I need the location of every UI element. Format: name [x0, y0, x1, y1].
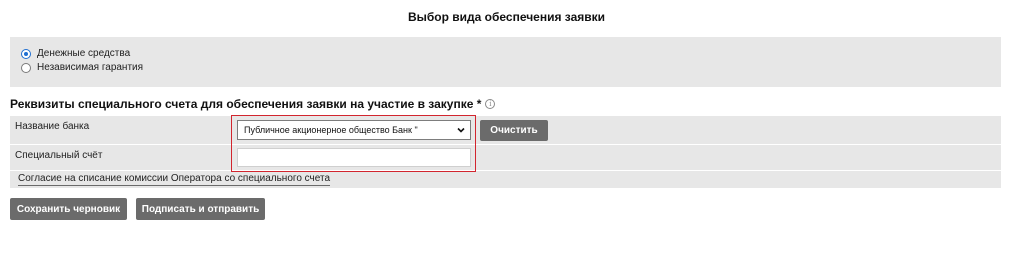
radio-option-guarantee[interactable]: Независимая гарантия — [21, 62, 143, 73]
radio-label: Независимая гарантия — [37, 62, 144, 73]
chevron-down-icon — [457, 127, 465, 133]
guarantee-type-panel: Денежные средства Независимая гарантия — [10, 37, 1001, 87]
info-icon[interactable]: i — [485, 99, 496, 109]
radio-option-money[interactable]: Денежные средства — [21, 48, 130, 59]
save-draft-button[interactable]: Сохранить черновик — [10, 198, 127, 220]
sign-and-send-button[interactable]: Подписать и отправить — [136, 198, 265, 220]
bank-name-select[interactable]: Публичное акционерное общество Банк " — [237, 120, 471, 140]
page: Выбор вида обеспечения заявки Денежные с… — [0, 0, 1013, 273]
radio-button[interactable] — [21, 62, 31, 73]
consent-link[interactable]: Согласие на списание комиссии Оператора … — [18, 173, 331, 186]
section-title: Реквизиты специального счета для обеспеч… — [10, 97, 496, 111]
radio-label: Денежные средства — [37, 48, 131, 59]
page-title: Выбор вида обеспечения заявки — [407, 10, 606, 24]
radio-button-checked[interactable] — [21, 48, 31, 59]
account-row: Специальный счёт — [10, 145, 1001, 170]
special-account-input[interactable] — [237, 148, 471, 167]
bank-name-value: Публичное акционерное общество Банк " — [244, 125, 418, 135]
clear-button[interactable]: Очистить — [480, 120, 548, 141]
section-title-text: Реквизиты специального счета для обеспеч… — [10, 97, 482, 111]
bank-name-label: Название банка — [15, 121, 90, 132]
consent-row: Согласие на списание комиссии Оператора … — [10, 171, 1001, 188]
account-label: Специальный счёт — [15, 150, 103, 161]
